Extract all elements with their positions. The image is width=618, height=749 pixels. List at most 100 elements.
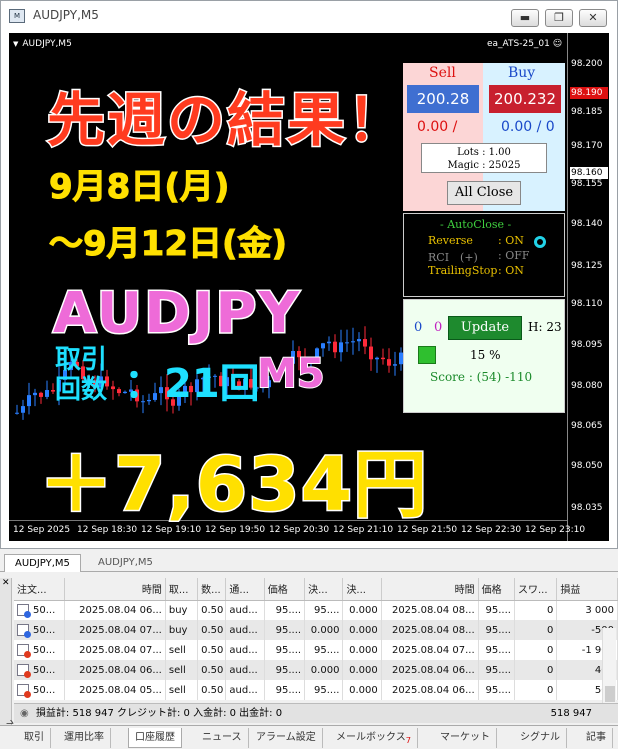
sell-position: 0.00 / [417,119,458,135]
column-header[interactable]: 損益 [556,578,618,601]
table-cell: 0.50 [197,600,227,620]
overlay-date-start: 9月8日(月) [48,167,230,208]
lots-value: Lots : 1.00 [457,147,511,158]
reverse-label[interactable]: Reverse [428,234,473,247]
candle-body [39,392,43,397]
terminal-tab[interactable]: シグナル [514,728,567,748]
autoclose-panel: - AutoClose - Reverse : ON RCI (+) : OFF… [403,213,565,297]
table-cell: 95.... [264,600,306,620]
table-cell: 2025.08.04 06... [381,680,479,700]
table-cell: 0.000 [342,620,382,640]
table-cell: sell [165,640,199,660]
table-cell: 95.... [264,640,306,660]
time-tick: 12 Sep 23:10 [525,525,586,535]
price-tick: 98.185 [571,107,603,117]
candle-body [117,389,121,394]
candle-body [333,341,337,353]
close-button[interactable]: ✕ [579,9,607,27]
buy-label: Buy [508,65,536,81]
candle-body [387,359,391,366]
terminal-tab[interactable]: 記事 [580,728,613,748]
column-header[interactable]: 決... [342,578,382,601]
smiley-icon: ☺ [552,39,563,49]
price-tick: 98.155 [571,179,603,189]
overlay-timeframe: M5 [256,350,326,398]
minimize-button[interactable]: ▬ [511,9,539,27]
table-cell: 50... [14,680,65,700]
terminal-tab[interactable]: メールボックス7 [330,728,419,748]
app-root: M AUDJPY,M5 ▬ ❐ ✕ ▼ AUDJPY,M5 ea_ATS-25_0… [0,0,618,749]
summary-icon: ◉ [20,708,29,719]
buy-order-icon [17,604,31,619]
candle-body [111,386,115,390]
column-header[interactable]: 注文... [14,578,65,601]
table-row[interactable]: 50... 2025.08.04 06... sell 0.50 aud... 95...… [14,660,618,680]
rci-value: : OFF [498,249,530,262]
close-icon[interactable]: ✕ [2,578,10,588]
scroll-thumb[interactable] [605,686,615,702]
table-cell: 0 [514,620,558,640]
price-chart[interactable]: ▼ AUDJPY,M5 ea_ATS-25_01 ☺ 98.200 98.185 98… [9,33,609,541]
restore-button[interactable]: ❐ [545,9,573,27]
buy-order-icon [17,624,31,638]
sell-button[interactable]: 200.28 [407,85,479,113]
table-cell: 0.000 [342,680,382,700]
price-tick: 98.035 [571,503,603,513]
column-header[interactable]: スワ... [514,578,558,601]
chart-symbol-label[interactable]: ▼ AUDJPY,M5 [13,39,72,49]
mail-count: 7 [405,735,412,745]
column-header[interactable]: 通... [225,578,265,601]
terminal-tab[interactable]: 口座履歴 [128,728,182,748]
table-row[interactable]: 50... 2025.08.04 07... sell 0.50 aud... 95...… [14,640,618,660]
column-header[interactable]: 時間 [64,578,166,601]
lots-box[interactable]: Lots : 1.00 Magic : 25025 [421,143,547,173]
table-cell: 50... [14,620,65,640]
table-row[interactable]: 50... 2025.08.04 06... buy 0.50 aud... 95....… [14,600,618,620]
column-header[interactable]: 時間 [381,578,479,601]
h-value: H: 23 [528,320,562,334]
table-cell: aud... [225,680,265,700]
count-blue: 0 [414,320,423,335]
price-axis[interactable]: 98.200 98.185 98.170 98.155 98.140 98.125 98.1… [567,33,609,541]
table-row[interactable]: 50... 2025.08.04 05... sell 0.50 aud... 95...… [14,680,618,700]
table-row[interactable]: 50... 2025.08.04 07... buy 0.50 aud... 95....… [14,620,618,640]
overlay-date-end: ～9月12日(金) [48,224,288,265]
buy-button[interactable]: 200.232 [489,85,561,113]
history-table: 注文... 時間 取... 数... 通... 価格 決... 決... 時間 価格 スワ... 損益… [14,578,618,700]
chart-window-icon: M [9,9,25,23]
ring-icon [534,236,546,248]
table-scrollbar[interactable] [602,628,616,708]
candle-body [369,346,373,360]
price-tick: 98.140 [571,219,603,229]
table-cell: 2025.08.04 07... [64,640,166,660]
table-cell: 50... [14,660,65,680]
terminal-tab[interactable]: マーケット [434,728,497,748]
table-cell: 0.000 [342,660,382,680]
terminal-side-bar: ✕ ターミナル [0,578,17,749]
table-cell: 95.... [264,680,306,700]
table-cell: 0.000 [304,620,344,640]
chart-tab-2[interactable]: AUDJPY,M5 [88,554,163,572]
price-tick: 98.200 [571,59,603,69]
rci-label[interactable]: RCI (+) [428,249,478,265]
window-titlebar[interactable]: M AUDJPY,M5 ▬ ❐ ✕ [1,1,617,31]
column-header[interactable]: 決... [304,578,344,601]
table-cell: 50... [14,640,65,660]
terminal-tab[interactable]: ニュース [196,728,249,748]
column-header[interactable]: 価格 [478,578,515,601]
terminal-tab[interactable]: アラーム設定 [250,728,323,748]
chart-tab-1[interactable]: AUDJPY,M5 [4,554,81,572]
terminal-tab[interactable]: 取引 [18,728,51,748]
trailing-label[interactable]: TrailingStop [428,264,497,277]
table-cell: 95.... [478,620,515,640]
terminal-tab[interactable]: 運用比率 [58,728,111,748]
column-header[interactable]: 数... [197,578,227,601]
all-close-button[interactable]: All Close [447,181,521,205]
reverse-value: : ON [498,234,524,247]
column-header[interactable]: 価格 [264,578,306,601]
update-button[interactable]: Update [448,316,522,340]
column-header[interactable]: 取... [165,578,199,601]
table-cell: 50... [14,600,65,620]
table-cell: 95.... [478,600,515,620]
table-cell: 0 [514,640,558,660]
